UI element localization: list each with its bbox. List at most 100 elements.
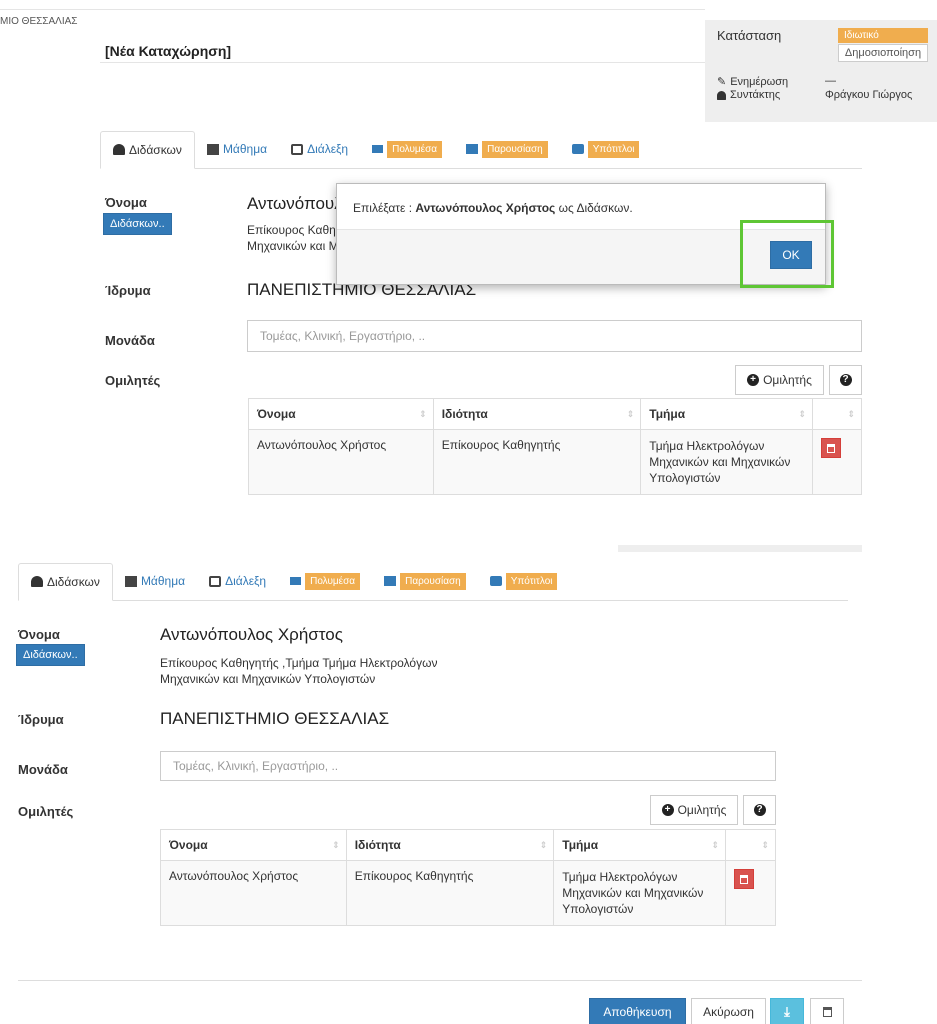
cell-role: Επίκουρος Καθηγητής (345, 860, 555, 926)
presenter-icon (291, 143, 304, 155)
col-header-actions[interactable]: ⇕ (812, 398, 862, 430)
add-speaker-label: Ομιλητής (763, 373, 812, 387)
tab-multimedia[interactable]: Πολυμέσα (278, 562, 372, 600)
unit-input[interactable]: Τομέας, Κλινική, Εργαστήριο, .. (247, 320, 862, 352)
unit-input[interactable]: Τομέας, Κλινική, Εργαστήριο, .. (160, 751, 776, 781)
trash-icon (740, 874, 749, 884)
cell-name: Αντωνόπουλος Χρήστος (248, 429, 434, 495)
sort-icon: ⇕ (798, 409, 807, 419)
page-title: [Νέα Καταχώρηση] (105, 43, 232, 59)
cell-role: Επίκουρος Καθηγητής (432, 429, 642, 495)
scroll-shadow (618, 545, 862, 552)
speakers-label: Ομιλητές (105, 373, 161, 388)
help-button[interactable]: ? (743, 795, 776, 825)
help-button[interactable]: ? (829, 365, 862, 395)
col-header-dept[interactable]: Τμήμα ⇕ (640, 398, 814, 430)
tab-lecture[interactable]: Διάλεξη (197, 562, 278, 600)
delete-record-button[interactable] (810, 998, 844, 1024)
plus-circle-icon: + (747, 374, 760, 386)
trash-icon (827, 443, 836, 453)
instructor-name: Αντωνόπουλος Χρήστος (160, 625, 343, 644)
name-label: Όνομα (105, 195, 147, 210)
tab-label: Πολυμέσα (305, 572, 361, 590)
speakers-table: Όνομα ⇕ Ιδιότητα ⇕ Τμήμα ⇕ ⇕ Αντωνόπουλος Χ… (248, 398, 862, 495)
speakers-label: Ομιλητές (18, 804, 74, 819)
col-header-role[interactable]: Ιδιότητα ⇕ (432, 398, 642, 430)
sort-icon: ⇕ (761, 840, 769, 850)
cell-name: Αντωνόπουλος Χρήστος (160, 860, 347, 926)
tab-instructor[interactable]: Διδάσκων (100, 130, 195, 169)
tab-lecture[interactable]: Διάλεξη (279, 130, 360, 168)
edit-icon: ✎ (717, 76, 727, 88)
sort-icon: ⇕ (711, 840, 720, 850)
col-header-dept[interactable]: Τμήμα ⇕ (553, 829, 727, 861)
book-icon (124, 575, 137, 587)
tab-label: Πολυμέσα (387, 140, 443, 158)
status-badge: Ιδιωτικό (838, 28, 928, 43)
tab-multimedia[interactable]: Πολυμέσα (360, 130, 454, 168)
speakers-table: Όνομα ⇕ Ιδιότητα ⇕ Τμήμα ⇕ ⇕ Αντωνόπουλος Χ… (160, 829, 776, 926)
cell-actions (812, 429, 862, 495)
name-label: Όνομα (18, 627, 60, 642)
tab-instructor[interactable]: Διδάσκων (18, 562, 113, 601)
video-icon (290, 577, 302, 585)
unit-label: Μονάδα (18, 762, 68, 777)
instructor-detail-line1: Επίκουρος Καθη (247, 223, 336, 237)
institution-value: ΠΑΝΕΠΙΣΤΗΜΙΟ ΘΕΣΣΑΛΙΑΣ (160, 709, 390, 728)
col-header-actions[interactable]: ⇕ (725, 829, 776, 861)
tab-course[interactable]: Μάθημα (195, 130, 279, 168)
ok-button[interactable]: OK (770, 241, 812, 269)
instructor-detail-line1: Επίκουρος Καθηγητής ,Τμήμα Τμήμα Ηλεκτρο… (160, 656, 438, 670)
delete-button[interactable] (821, 438, 842, 458)
cancel-button[interactable]: Ακύρωση (691, 998, 766, 1024)
cell-dept: Τμήμα Ηλεκτρολόγων Μηχανικών και Μηχανικ… (553, 860, 727, 926)
tab-presentation[interactable]: Παρουσίαση (372, 562, 478, 600)
instructor-select-button[interactable]: Διδάσκων.. (103, 213, 172, 235)
tab-label: Μάθημα (140, 574, 186, 588)
tab-label: Διάλεξη (225, 574, 267, 588)
updated-value: — (825, 75, 836, 87)
status-label: Κατάσταση (717, 28, 782, 43)
tab-label: Υπότιτλοι (505, 572, 558, 590)
updated-row: ✎ Ενημέρωση (717, 75, 789, 89)
download-button[interactable]: ⤓ (770, 998, 804, 1024)
picture-icon (466, 144, 479, 154)
delete-button[interactable] (734, 869, 755, 889)
instructor-detail-line2: Μηχανικών και Μηχανικών Υπολογιστών (160, 672, 376, 686)
sort-icon: ⇕ (419, 409, 427, 419)
book-icon (206, 143, 219, 155)
tab-presentation[interactable]: Παρουσίαση (454, 130, 560, 168)
updated-label: Ενημέρωση (730, 75, 789, 88)
video-icon (372, 145, 384, 153)
tab-subtitles[interactable]: Υπότιτλοι (478, 562, 570, 600)
instructor-select-button[interactable]: Διδάσκων.. (16, 644, 85, 666)
col-header-name[interactable]: Όνομα ⇕ (160, 829, 347, 861)
add-speaker-button[interactable]: + Ομιλητής (735, 365, 824, 395)
presenter-icon (209, 575, 222, 587)
col-header-role[interactable]: Ιδιότητα ⇕ (345, 829, 555, 861)
author-value: Φράγκου Γιώργος (825, 89, 913, 101)
add-speaker-button[interactable]: + Ομιλητής (650, 795, 738, 825)
tab-label: Μάθημα (222, 142, 268, 156)
picture-icon (384, 576, 397, 586)
sort-icon: ⇕ (332, 840, 340, 850)
save-button[interactable]: Αποθήκευση (589, 998, 686, 1024)
tab-course[interactable]: Μάθημα (113, 562, 197, 600)
tab-label: Παρουσίαση (482, 140, 548, 158)
cell-actions (725, 860, 776, 926)
tab-subtitles[interactable]: Υπότιτλοι (560, 130, 652, 168)
top-divider (0, 9, 705, 10)
instructor-detail-line2: Μηχανικών και Μ (247, 239, 339, 253)
cell-dept: Τμήμα Ηλεκτρολόγων Μηχανικών και Μηχανικ… (640, 429, 814, 495)
institution-label: Ίδρυμα (18, 712, 64, 727)
trash-icon (822, 1007, 832, 1017)
user-icon (31, 576, 43, 587)
publish-button[interactable]: Δημοσιοποίηση (838, 44, 928, 62)
instructor-name: Αντωνόπουλ (247, 194, 343, 213)
col-header-name[interactable]: Όνομα ⇕ (248, 398, 434, 430)
tab-label: Διδάσκων (129, 142, 182, 157)
user-icon (113, 144, 125, 155)
tab-label: Παρουσίαση (400, 572, 466, 590)
tab-label: Διάλεξη (307, 142, 349, 156)
subtitles-icon (489, 576, 502, 586)
